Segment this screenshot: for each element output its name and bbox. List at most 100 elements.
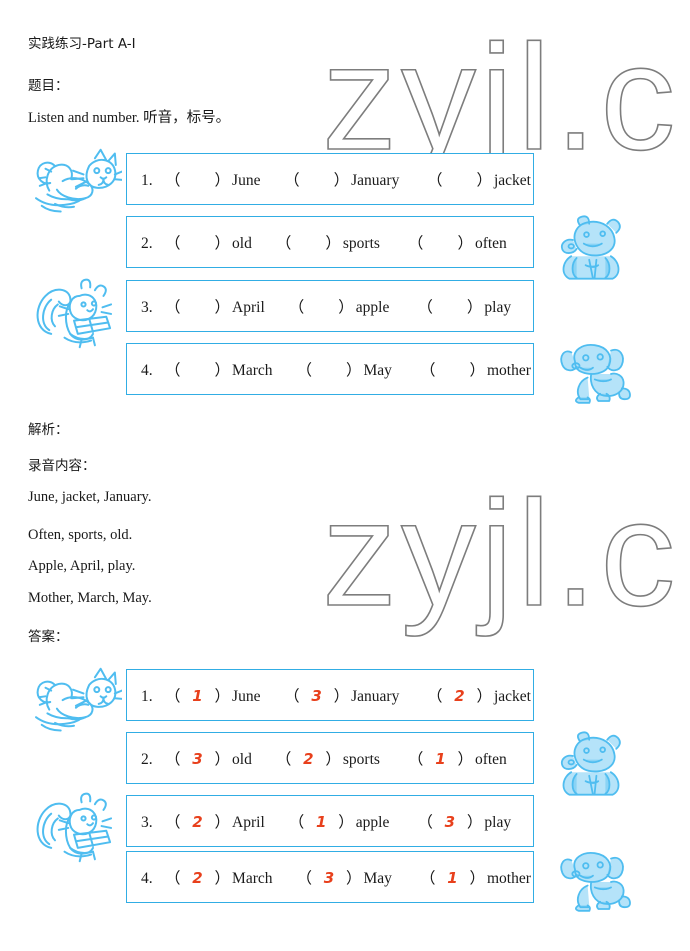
recording-label: 录音内容： — [28, 458, 96, 474]
vocab-word: mother — [486, 870, 531, 887]
answer-slot[interactable]: （2） sports — [276, 747, 382, 769]
question-box[interactable]: 4. （） March （） May （） mother — [126, 343, 534, 395]
close-paren: ） — [333, 172, 350, 189]
open-paren: （ — [288, 299, 305, 316]
answer-slot[interactable]: （3） old — [165, 747, 254, 769]
answer-slot[interactable]: （2） March — [165, 866, 274, 888]
dog-clipart-icon — [548, 844, 638, 920]
answer-box[interactable]: 3. （2） April （1） apple （3） play — [126, 795, 534, 847]
answer-slot[interactable]: （2） jacket — [427, 684, 533, 706]
vocab-word: jacket — [493, 688, 531, 705]
close-paren: ） — [469, 870, 485, 887]
answer-box[interactable]: 2. （3） old （2） sports （1） often — [126, 732, 534, 784]
open-paren: （ — [407, 751, 424, 768]
answer-slot[interactable]: （1） apple — [289, 810, 392, 832]
close-paren: ） — [325, 751, 341, 768]
question-row: 3. （） April （） apple （） play — [127, 295, 533, 317]
question-slot[interactable]: （ ） mother — [420, 358, 533, 380]
vocab-word: play — [484, 814, 512, 831]
vocab-word: January — [351, 688, 400, 705]
vocab-word: June — [232, 172, 261, 189]
answer-slot[interactable]: （1） mother — [420, 866, 533, 888]
vocab-word: jacket — [493, 172, 531, 189]
squirrel-clipart-icon — [26, 275, 122, 351]
answer-slot[interactable]: （3） January — [284, 684, 401, 706]
question-slot[interactable]: （ ） March — [165, 358, 274, 380]
answer-row: 3. （2） April （1） apple （3） play — [127, 810, 533, 832]
close-paren: ） — [346, 362, 362, 379]
question-slot[interactable]: （ ） sports — [276, 231, 382, 253]
question-slot[interactable]: （ ） April — [165, 295, 267, 317]
question-slot[interactable]: （ ） apple — [289, 295, 392, 317]
vocab-word: apple — [355, 814, 390, 831]
answer-box[interactable]: 1. （1） June （3） January （2） jacket — [126, 669, 534, 721]
close-paren: ） — [214, 362, 231, 379]
open-paren: （ — [426, 688, 443, 705]
answer-value[interactable]: 3 — [433, 813, 467, 831]
answer-value[interactable]: 1 — [304, 813, 338, 831]
question-number: 3. — [141, 299, 153, 316]
hippo-clipart-icon — [546, 211, 636, 287]
answer-value[interactable]: 1 — [181, 687, 215, 705]
question-row: 4. （） March （） May （） mother — [127, 358, 533, 380]
question-box[interactable]: 3. （） April （） apple （） play — [126, 280, 534, 332]
answer-value[interactable]: 1 — [423, 750, 457, 768]
close-paren: ） — [476, 172, 492, 189]
vocab-word: play — [484, 299, 512, 316]
question-slot[interactable]: （ ） jacket — [427, 168, 533, 190]
question-slot[interactable]: （ ） often — [408, 231, 509, 253]
answer-box[interactable]: 4. （2） March （3） May （1） mother — [126, 851, 534, 903]
vocab-word: sports — [342, 751, 380, 768]
question-slot[interactable]: （ ） June — [165, 168, 262, 190]
answer-value[interactable]: 1 — [435, 869, 469, 887]
answer-value[interactable]: 2 — [291, 750, 325, 768]
question-slot[interactable]: （ ） old — [165, 231, 254, 253]
question-slot[interactable]: （ ） May — [296, 358, 393, 380]
recording-line: Often, sports, old. — [28, 527, 133, 543]
answer-number: 2. — [141, 751, 153, 768]
answer-row: 2. （3） old （2） sports （1） often — [127, 747, 533, 769]
open-paren: （ — [165, 362, 181, 379]
analysis-label: 解析： — [28, 422, 69, 438]
question-box[interactable]: 1. （） June （） January （） jacket — [126, 153, 534, 205]
open-paren: （ — [165, 751, 181, 768]
close-paren: ） — [214, 688, 231, 705]
answer-slot[interactable]: （2） April — [165, 810, 267, 832]
answer-slot[interactable]: （1） often — [408, 747, 509, 769]
vocab-word: May — [363, 870, 392, 887]
vocab-word: old — [232, 235, 252, 252]
vocab-word: mother — [486, 362, 531, 379]
answer-value[interactable]: 2 — [181, 813, 215, 831]
vocab-word: often — [474, 235, 507, 252]
close-paren: ） — [214, 235, 231, 252]
vocab-word: April — [232, 814, 265, 831]
open-paren: （ — [165, 299, 181, 316]
close-paren: ） — [476, 688, 492, 705]
answer-value[interactable]: 3 — [300, 687, 334, 705]
answer-value[interactable]: 3 — [181, 750, 215, 768]
open-paren: （ — [296, 362, 312, 379]
answer-value[interactable]: 3 — [312, 869, 346, 887]
question-row: 2. （） old （） sports （） often — [127, 231, 533, 253]
question-number: 1. — [141, 172, 153, 189]
page-title: 实践练习-Part A-I — [28, 36, 136, 52]
question-number: 4. — [141, 362, 153, 379]
answer-slot[interactable]: （1） June — [165, 684, 262, 706]
answer-value[interactable]: 2 — [181, 869, 215, 887]
answer-number: 4. — [141, 870, 153, 887]
vocab-word: March — [232, 870, 273, 887]
squirrel-clipart-icon — [26, 789, 122, 865]
open-paren: （ — [165, 870, 181, 887]
question-box[interactable]: 2. （） old （） sports （） often — [126, 216, 534, 268]
close-paren: ） — [325, 235, 341, 252]
answer-value[interactable]: 2 — [442, 687, 476, 705]
watermark-bottom: zyjl.c — [321, 469, 680, 637]
answer-slot[interactable]: （3） May — [296, 866, 393, 888]
vocab-word: old — [232, 751, 252, 768]
open-paren: （ — [284, 172, 300, 189]
question-slot[interactable]: （ ） play — [417, 295, 513, 317]
question-slot[interactable]: （ ） January — [284, 168, 401, 190]
dog-clipart-icon — [548, 336, 638, 412]
close-paren: ） — [214, 172, 231, 189]
answer-slot[interactable]: （3） play — [417, 810, 513, 832]
